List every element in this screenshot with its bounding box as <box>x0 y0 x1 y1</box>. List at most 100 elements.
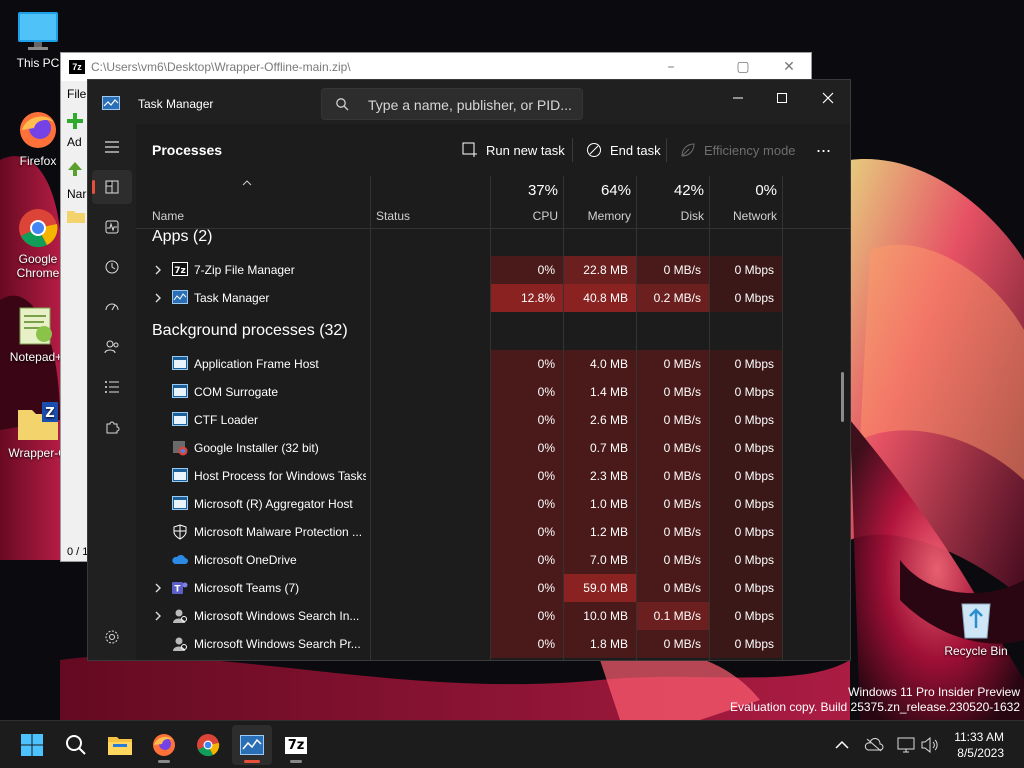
taskbar-file-explorer[interactable] <box>100 725 140 765</box>
efficiency-mode-button[interactable]: Efficiency mode <box>680 138 796 162</box>
task-manager-titlebar[interactable]: Task Manager <box>88 80 850 124</box>
nav-startup-apps[interactable] <box>92 290 132 324</box>
table-row[interactable]: CTF Loader 0% 2.6 MB 0 MB/s 0 Mbps <box>136 406 850 434</box>
taskbar-clock[interactable]: 11:33 AM 8/5/2023 <box>954 729 1004 761</box>
status-bar-count: 0 / 1 <box>67 546 89 558</box>
minimize-icon[interactable]: – <box>661 59 681 75</box>
tray-network[interactable] <box>896 735 916 755</box>
search-box[interactable] <box>321 88 583 120</box>
table-row[interactable]: Task Manager 12.8% 40.8 MB 0.2 MB/s 0 Mbps <box>136 284 850 312</box>
nav-services[interactable] <box>92 410 132 444</box>
search-input[interactable] <box>368 95 574 115</box>
up-arrow-icon[interactable] <box>67 161 87 181</box>
network-total-percent: 0% <box>755 182 777 199</box>
disk-cell: 0 MB/s <box>637 518 709 546</box>
start-button[interactable] <box>12 725 52 765</box>
more-options-button[interactable]: ... <box>816 134 831 158</box>
column-header-disk[interactable]: Disk <box>642 209 704 223</box>
task-manager-icon <box>240 735 264 755</box>
efficiency-mode-label: Efficiency mode <box>704 142 796 158</box>
cpu-cell: 0% <box>491 546 563 574</box>
recycle-bin-icon <box>954 596 998 640</box>
taskbar-7zip[interactable]: 7z <box>276 725 316 765</box>
disk-total-percent: 42% <box>673 182 704 199</box>
column-header-name[interactable]: Name <box>152 209 184 223</box>
close-icon[interactable]: ✕ <box>779 59 799 75</box>
windows-watermark: Windows 11 Pro Insider Preview Evaluatio… <box>730 685 1020 715</box>
navigation-rail <box>88 124 136 660</box>
task-manager-window[interactable]: Task Manager Type a name, publisher, or … <box>87 79 851 661</box>
watermark-edition: Windows 11 Pro Insider Preview <box>848 685 1020 699</box>
nav-settings[interactable] <box>92 620 132 654</box>
users-icon <box>104 340 119 354</box>
tray-volume[interactable] <box>920 735 940 755</box>
add-plus-icon[interactable] <box>67 113 87 133</box>
chevron-right-icon[interactable] <box>154 291 162 303</box>
column-header-memory[interactable]: Memory <box>569 209 631 223</box>
nav-processes[interactable] <box>92 170 132 204</box>
folder-icon <box>108 737 132 755</box>
table-row[interactable]: T Microsoft Teams (7) 0% 59.0 MB 0 MB/s 0 Mbp… <box>136 574 850 602</box>
watermark-build: Evaluation copy. Build 25375.zn_release.… <box>730 700 1020 714</box>
section-header-background[interactable]: Background processes (32) <box>152 322 348 340</box>
section-header-apps[interactable]: Apps (2) <box>152 228 212 246</box>
table-row[interactable]: Application Frame Host 0% 4.0 MB 0 MB/s 0 Mb… <box>136 350 850 378</box>
maximize-button[interactable] <box>760 84 804 112</box>
table-row[interactable]: Microsoft OneDrive 0% 7.0 MB 0 MB/s 0 Mbps <box>136 546 850 574</box>
taskbar-firefox[interactable] <box>144 725 184 765</box>
table-row[interactable]: COM Surrogate 0% 1.4 MB 0 MB/s 0 Mbps <box>136 378 850 406</box>
close-button[interactable] <box>806 84 850 112</box>
network-cell: 0 Mbps <box>710 546 782 574</box>
table-row[interactable]: Host Process for Windows Tasks 0% 2.3 MB 0 … <box>136 462 850 490</box>
recycle-bin-label: Recycle Bin <box>944 644 1008 658</box>
show-hidden-icons-button[interactable] <box>832 735 852 755</box>
scrollbar-thumb[interactable] <box>841 372 844 422</box>
taskbar-search-button[interactable] <box>56 725 96 765</box>
more-options-icon: ... <box>816 135 832 156</box>
nav-details[interactable] <box>92 370 132 404</box>
minimize-button[interactable] <box>716 84 760 112</box>
table-row[interactable]: Microsoft Malware Protection ... 0% 1.2 MB… <box>136 518 850 546</box>
process-name: Application Frame Host <box>194 357 319 371</box>
7zip-icon: 7z <box>172 262 188 278</box>
taskbar-chrome[interactable] <box>188 725 228 765</box>
desktop-icon-recycle-bin[interactable]: Recycle Bin <box>940 596 1012 658</box>
disk-cell: 0 MB/s <box>637 546 709 574</box>
file-menu[interactable]: File <box>67 87 86 101</box>
table-row[interactable]: Google Installer (32 bit) 0% 0.7 MB 0 MB/s 0… <box>136 434 850 462</box>
maximize-icon[interactable]: ▢ <box>733 59 753 75</box>
process-name: Task Manager <box>194 291 270 305</box>
run-new-task-button[interactable]: Run new task <box>462 138 565 162</box>
window-icon <box>172 384 188 400</box>
cloud-offline-icon <box>864 738 884 752</box>
chevron-right-icon[interactable] <box>154 581 162 593</box>
network-icon <box>897 737 915 753</box>
cpu-cell: 0% <box>491 350 563 378</box>
installer-icon <box>172 440 188 456</box>
table-row[interactable]: Microsoft (R) Aggregator Host 0% 1.0 MB 0 M… <box>136 490 850 518</box>
nav-app-history[interactable] <box>92 250 132 284</box>
end-task-button[interactable]: End task <box>586 138 661 162</box>
column-header-status[interactable]: Status <box>376 209 410 223</box>
cloud-icon <box>172 552 188 568</box>
tray-onedrive[interactable] <box>864 735 884 755</box>
memory-cell: 22.8 MB <box>564 256 636 284</box>
nav-performance[interactable] <box>92 210 132 244</box>
nav-users[interactable] <box>92 330 132 364</box>
process-name: Google Installer (32 bit) <box>194 441 319 455</box>
column-header-cpu[interactable]: CPU <box>496 209 558 223</box>
column-header-network[interactable]: Network <box>715 209 777 223</box>
table-row[interactable]: 7z 7-Zip File Manager 0% 22.8 MB 0 MB/s 0 Mbp… <box>136 256 850 284</box>
chevron-right-icon[interactable] <box>154 263 162 275</box>
7zip-sidebar-strip: File Ad Nar 0 / 1 <box>61 81 89 561</box>
table-row[interactable]: Microsoft Windows Search In... 0% 10.0 MB 0… <box>136 602 850 630</box>
chevron-right-icon[interactable] <box>154 609 162 621</box>
hamburger-menu-button[interactable] <box>92 130 132 164</box>
performance-icon <box>105 220 119 234</box>
taskbar-task-manager[interactable] <box>232 725 272 765</box>
notepadpp-icon <box>14 304 58 348</box>
sort-ascending-icon[interactable] <box>242 180 252 186</box>
disk-cell: 0 MB/s <box>637 574 709 602</box>
7zip-titlebar[interactable]: 7z C:\Users\vm6\Desktop\Wrapper-Offline-… <box>61 53 811 81</box>
table-row[interactable]: Microsoft Windows Search Pr... 0% 1.8 MB 0 … <box>136 630 850 658</box>
